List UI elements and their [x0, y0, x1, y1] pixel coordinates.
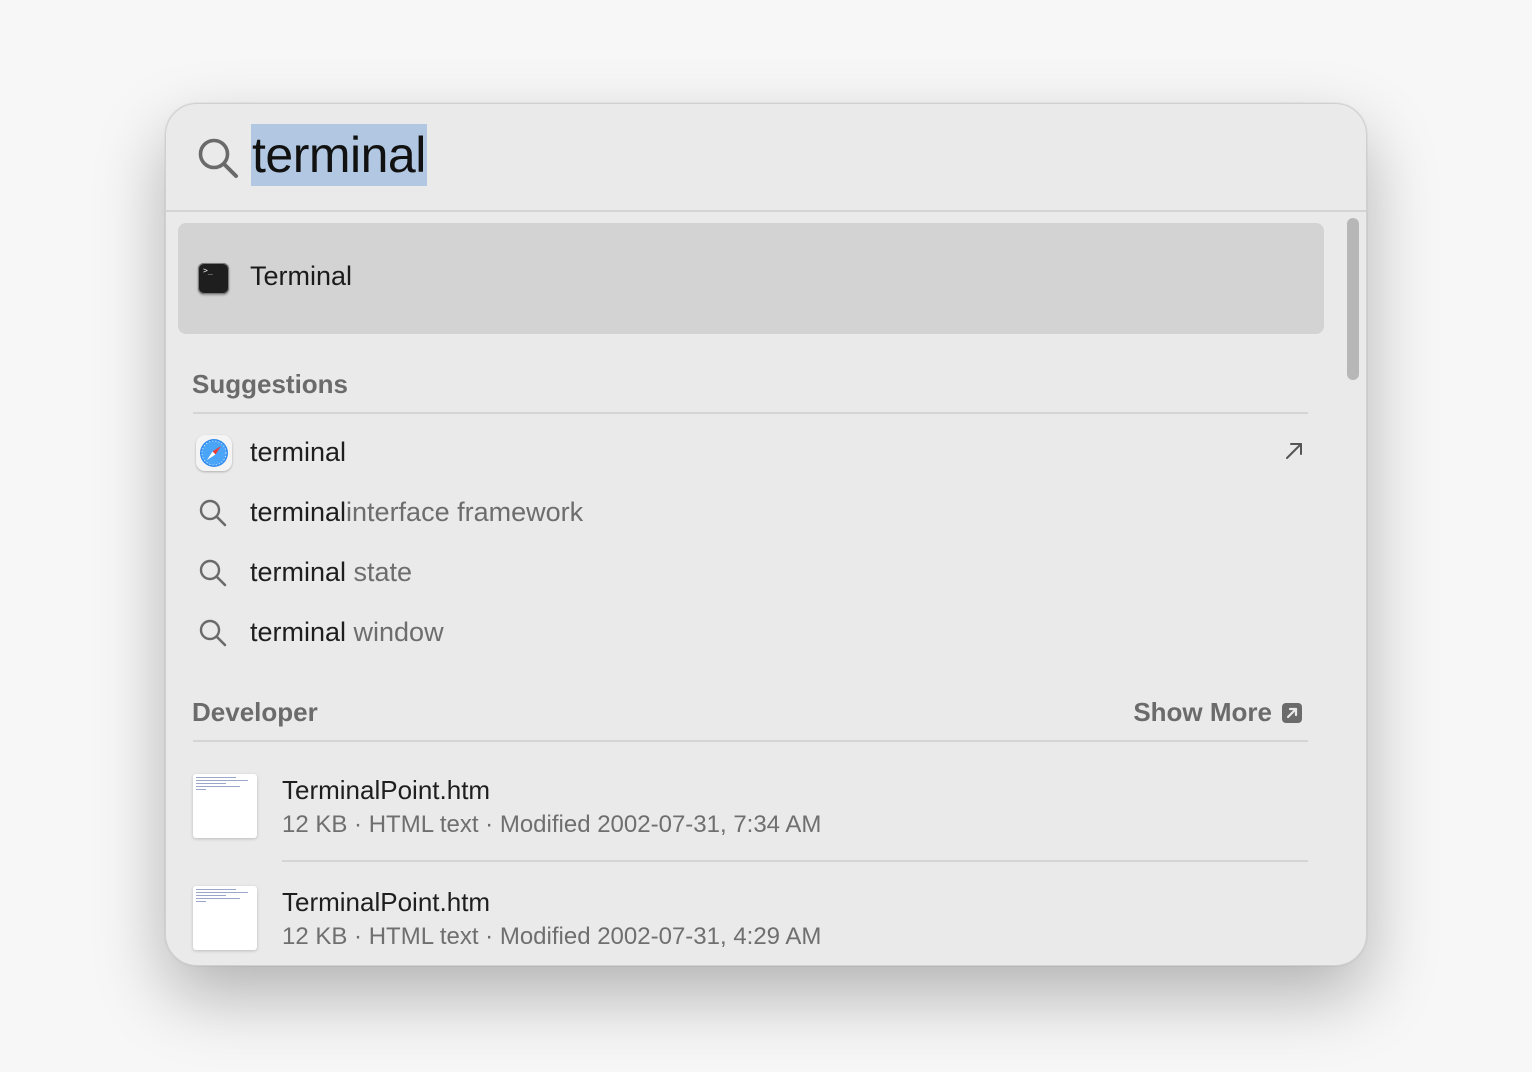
suggestions-divider [193, 412, 1308, 414]
show-more-button[interactable]: Show More [1133, 697, 1302, 728]
scrollbar-thumb[interactable] [1347, 218, 1359, 380]
search-bar[interactable]: terminal [166, 104, 1366, 212]
suggestion-item[interactable]: terminal window [192, 605, 1312, 661]
search-icon [198, 138, 238, 178]
suggestion-item[interactable]: terminal [192, 425, 1312, 481]
developer-header: Developer [192, 697, 318, 727]
safari-icon [196, 435, 232, 471]
suggestion-text: terminal window [250, 617, 444, 648]
document-thumbnail-icon [193, 774, 257, 838]
top-hit-label: Terminal [250, 261, 353, 291]
suggestion-completion: window [346, 617, 444, 647]
file-result[interactable]: TerminalPoint.htm 12 KB · HTML text · Mo… [193, 774, 1308, 886]
suggestion-completion: state [346, 557, 413, 587]
suggestions-header: Suggestions [192, 369, 349, 399]
search-input[interactable]: terminal [251, 124, 427, 186]
show-more-icon [1282, 703, 1302, 723]
suggestion-match: terminal [250, 557, 347, 587]
suggestion-match: terminal [250, 617, 347, 647]
search-icon [199, 619, 227, 647]
terminal-prompt-glyph: >_ [203, 266, 213, 275]
file-name: TerminalPoint.htm [282, 775, 491, 805]
spotlight-panel: terminal >_ Terminal Suggestions termina… [165, 103, 1367, 966]
open-arrow-icon[interactable] [1282, 439, 1306, 463]
file-meta: 12 KB · HTML text · Modified 2002-07-31,… [282, 923, 822, 950]
suggestion-match: terminal [250, 497, 347, 527]
suggestion-match: terminal [250, 437, 347, 467]
file-divider [282, 860, 1308, 862]
suggestion-item[interactable]: terminal state [192, 545, 1312, 601]
search-icon [199, 559, 227, 587]
top-hit-terminal[interactable]: >_ Terminal [178, 223, 1324, 334]
search-icon [199, 499, 227, 527]
terminal-app-icon: >_ [198, 263, 229, 294]
suggestion-text: terminal [250, 437, 346, 468]
scrollbar[interactable] [1344, 214, 1360, 959]
suggestion-text: terminal state [250, 557, 412, 588]
file-name: TerminalPoint.htm [282, 887, 491, 917]
show-more-label: Show More [1133, 697, 1272, 727]
developer-divider [193, 740, 1308, 742]
document-thumbnail-icon [193, 886, 257, 950]
suggestion-text: terminalinterface framework [250, 497, 583, 528]
suggestion-item[interactable]: terminalinterface framework [192, 485, 1312, 541]
file-result[interactable]: TerminalPoint.htm 12 KB · HTML text · Mo… [193, 886, 1308, 965]
suggestion-completion: interface framework [346, 497, 584, 527]
file-meta: 12 KB · HTML text · Modified 2002-07-31,… [282, 811, 822, 838]
